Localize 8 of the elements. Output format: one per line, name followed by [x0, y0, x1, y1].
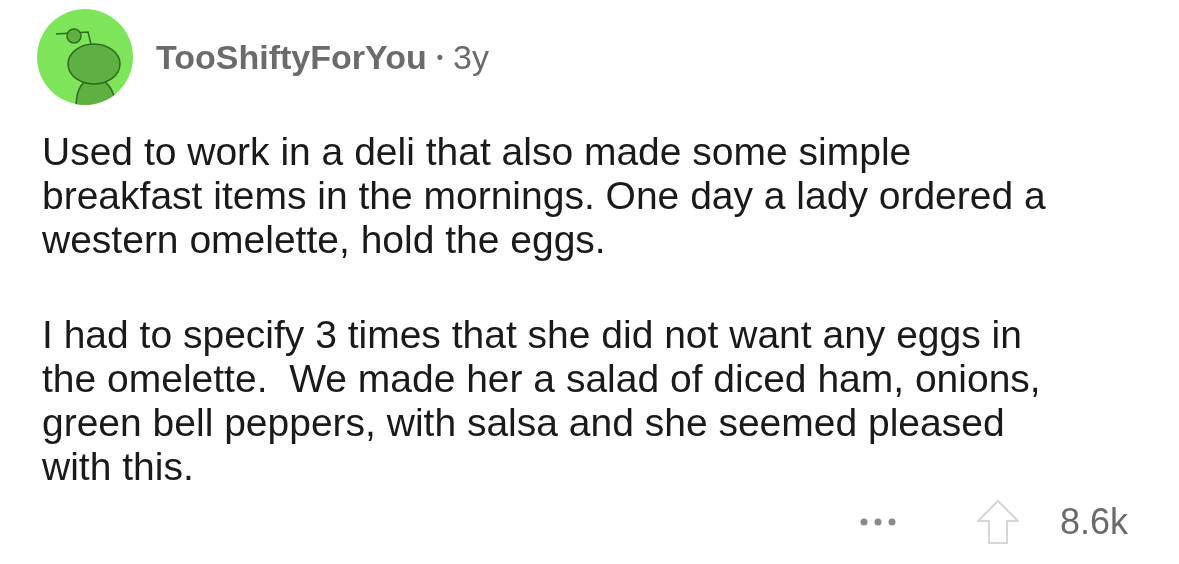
username[interactable]: TooShiftyForYou [156, 31, 427, 83]
separator-dot: • [436, 45, 443, 69]
avatar-icon [36, 8, 134, 106]
more-options-icon[interactable] [859, 518, 896, 526]
vote-count: 8.6k [1059, 500, 1128, 544]
comment-paragraph: I had to specify 3 times that she did not want any eggs in the omelette. We made her a salad of diced ham, onions, green bell peppers, with salsa and she seemed pleased with this. [42, 313, 1041, 489]
comment-age: 3y [453, 36, 489, 78]
comment-paragraph: Used to work in a deli that also made some simple breakfast items in the mornings. One day a lady ordered a western omelette, hold the eggs. [42, 130, 1046, 262]
